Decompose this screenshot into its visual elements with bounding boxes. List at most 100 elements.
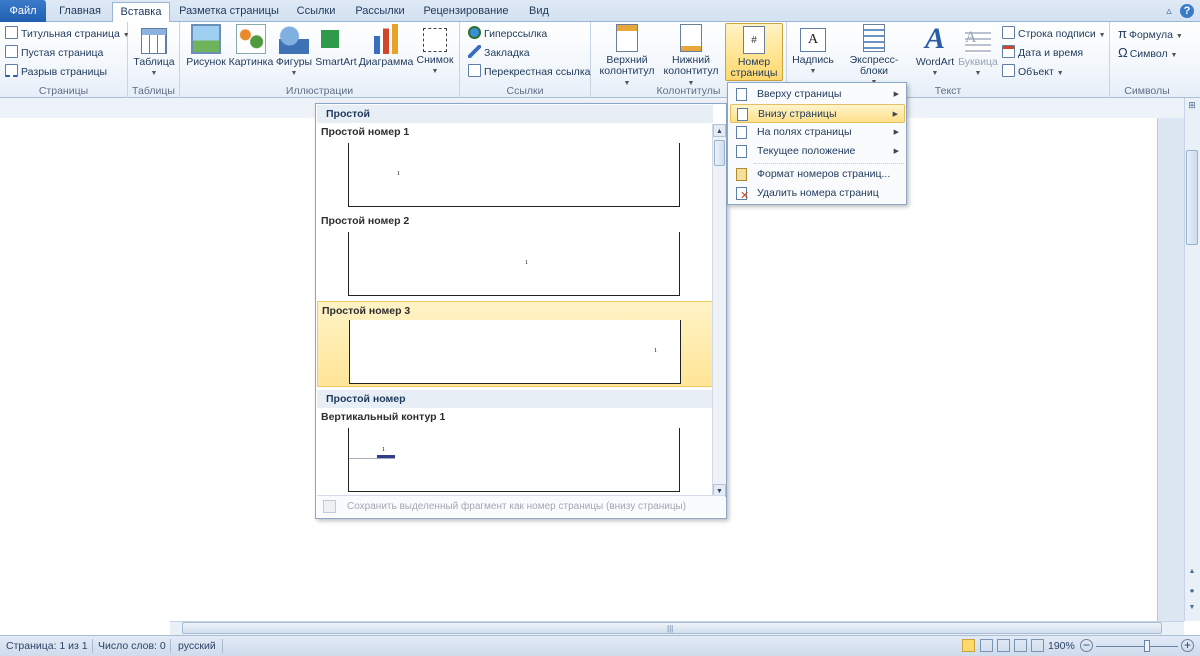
tab-page-layout[interactable]: Разметка страницы <box>174 2 284 22</box>
date-time-button[interactable]: Дата и время <box>1002 44 1083 62</box>
header-icon <box>616 24 638 52</box>
menu-item-label: Внизу страницы <box>758 108 837 120</box>
draft-view-icon[interactable] <box>1031 639 1044 652</box>
header-button[interactable]: Верхний колонтитул ▼ <box>595 24 659 89</box>
footer-icon <box>680 24 702 52</box>
wordart-button[interactable]: A WordArt ▼ <box>913 24 957 79</box>
horizontal-scroll-thumb[interactable]: ||| <box>182 622 1162 634</box>
help-icon[interactable]: ? <box>1180 4 1194 18</box>
menu-item-current-position[interactable]: Текущее положение ▶ <box>730 142 905 161</box>
tab-home[interactable]: Главная <box>50 2 110 22</box>
gallery-item-thumbnail: 1 <box>348 428 680 492</box>
vertical-scroll-thumb[interactable] <box>1186 150 1198 245</box>
smartart-button[interactable]: SmartArt <box>314 24 358 68</box>
textbox-icon: A <box>800 28 826 52</box>
word-count-status[interactable]: Число слов: 0 <box>98 640 166 652</box>
language-status[interactable]: русский <box>178 640 216 652</box>
gallery-item-simple-3[interactable]: Простой номер 3 1 <box>317 301 713 387</box>
page-number-button[interactable]: # Номер страницы ▼ <box>725 23 783 89</box>
gallery-item-simple-2[interactable]: Простой номер 2 1 <box>317 212 713 298</box>
page-number-icon: # <box>743 26 765 54</box>
chart-button[interactable]: Диаграмма <box>358 24 414 68</box>
page-count-status[interactable]: Страница: 1 из 1 <box>6 640 88 652</box>
thumbnail-page-number: 1 <box>525 260 528 266</box>
scroll-up-icon[interactable]: ▲ <box>1186 568 1198 580</box>
dropdown-caret-icon: ▼ <box>150 70 158 77</box>
scroll-grip-icon: ||| <box>667 624 674 633</box>
dropdown-caret-icon: ▼ <box>1098 32 1106 39</box>
zoom-slider-thumb[interactable] <box>1144 640 1150 652</box>
menu-item-remove-page-numbers[interactable]: ✕ Удалить номера страниц <box>730 184 905 203</box>
object-label: Объект <box>1018 66 1054 78</box>
bookmark-button[interactable]: Закладка <box>468 44 530 62</box>
drop-cap-button[interactable]: A Буквица ▼ <box>957 24 999 79</box>
menu-item-bottom-of-page[interactable]: Внизу страницы ▶ <box>730 104 905 123</box>
tab-insert[interactable]: Вставка <box>112 2 170 23</box>
smartart-label: SmartArt <box>315 56 357 68</box>
zoom-level[interactable]: 190% <box>1048 640 1075 652</box>
object-button[interactable]: Объект ▼ <box>1002 63 1064 81</box>
gallery-item-simple-1[interactable]: Простой номер 1 1 <box>317 123 713 209</box>
print-layout-view-icon[interactable] <box>962 639 975 652</box>
cover-page-button[interactable]: Титульная страница ▼ <box>5 25 130 43</box>
tab-view[interactable]: Вид <box>522 2 556 22</box>
dropdown-caret-icon: ▼ <box>1170 52 1178 59</box>
ruler-toggle-icon[interactable]: ⊞ <box>1186 100 1198 112</box>
gallery-scroll-thumb[interactable] <box>714 140 725 166</box>
cross-reference-button[interactable]: Перекрестная ссылка <box>468 63 590 81</box>
signature-line-button[interactable]: Строка подписи ▼ <box>1002 25 1106 43</box>
equation-button[interactable]: π Формула ▼ <box>1118 25 1183 43</box>
zoom-in-icon[interactable]: + <box>1181 639 1194 652</box>
outline-view-icon[interactable] <box>1014 639 1027 652</box>
clipart-button[interactable]: Картинка <box>228 24 274 68</box>
table-button[interactable]: Таблица ▼ <box>132 24 176 79</box>
wordart-label: WordArt <box>915 56 955 68</box>
page-break-label: Разрыв страницы <box>21 66 108 78</box>
menu-item-top-of-page[interactable]: Вверху страницы ▶ <box>730 85 905 104</box>
dropdown-caret-icon: ▼ <box>809 68 817 75</box>
textbox-button[interactable]: A Надпись ▼ <box>791 24 835 77</box>
full-screen-reading-icon[interactable] <box>980 639 993 652</box>
footer-button[interactable]: Нижний колонтитул ▼ <box>659 24 723 89</box>
minimize-ribbon-icon[interactable]: ▵ <box>1162 4 1176 18</box>
menu-item-page-margins[interactable]: На полях страницы ▶ <box>730 123 905 142</box>
signature-line-label: Строка подписи <box>1018 28 1096 40</box>
picture-button[interactable]: Рисунок <box>184 24 228 68</box>
gallery-scroll-up-icon[interactable]: ▲ <box>713 124 726 137</box>
remove-page-numbers-icon: ✕ <box>736 187 749 202</box>
equation-label: Формула <box>1128 29 1173 41</box>
tab-mailings[interactable]: Рассылки <box>350 2 410 22</box>
shapes-button[interactable]: Фигуры ▼ <box>274 24 314 79</box>
gallery-item-title: Простой номер 3 <box>322 305 411 317</box>
tab-review[interactable]: Рецензирование <box>418 2 514 22</box>
drop-cap-label: Буквица <box>958 56 998 68</box>
zoom-slider-track[interactable] <box>1096 646 1178 647</box>
browse-object-icon[interactable]: ● <box>1186 586 1198 598</box>
smartart-icon <box>321 30 351 48</box>
cover-page-icon <box>5 26 18 39</box>
page-break-button[interactable]: Разрыв страницы <box>5 63 107 81</box>
chart-icon <box>371 24 401 54</box>
table-icon <box>141 28 167 54</box>
blank-page-icon <box>5 45 18 58</box>
gallery-item-vertical-outline-1[interactable]: Вертикальный контур 1 1 <box>317 408 713 496</box>
menu-item-format-page-numbers[interactable]: Формат номеров страниц... <box>730 165 905 184</box>
zoom-out-icon[interactable]: − <box>1080 639 1093 652</box>
group-label-links: Ссылки <box>506 85 544 97</box>
web-layout-icon[interactable] <box>997 639 1010 652</box>
save-selection-label: Сохранить выделенный фрагмент как номер … <box>347 501 687 512</box>
symbol-button[interactable]: Ω Символ ▼ <box>1118 44 1177 62</box>
ribbon: Титульная страница ▼ Пустая страница Раз… <box>0 22 1200 98</box>
gallery-scrollbar[interactable]: ▲ ▼ <box>712 124 726 498</box>
save-selection-as-page-number: Сохранить выделенный фрагмент как номер … <box>317 495 725 517</box>
gallery-item-title: Простой номер 1 <box>321 126 410 138</box>
tab-file[interactable]: Файл <box>0 0 46 22</box>
scroll-down-icon[interactable]: ▼ <box>1186 604 1198 616</box>
quick-parts-button[interactable]: Экспресс-блоки ▼ <box>837 24 911 88</box>
tab-references[interactable]: Ссылки <box>290 2 342 22</box>
submenu-arrow-icon: ▶ <box>893 129 899 136</box>
screenshot-icon <box>423 28 447 52</box>
blank-page-button[interactable]: Пустая страница <box>5 44 103 62</box>
screenshot-button[interactable]: Снимок ▼ <box>414 24 456 77</box>
hyperlink-button[interactable]: Гиперссылка <box>468 25 547 43</box>
